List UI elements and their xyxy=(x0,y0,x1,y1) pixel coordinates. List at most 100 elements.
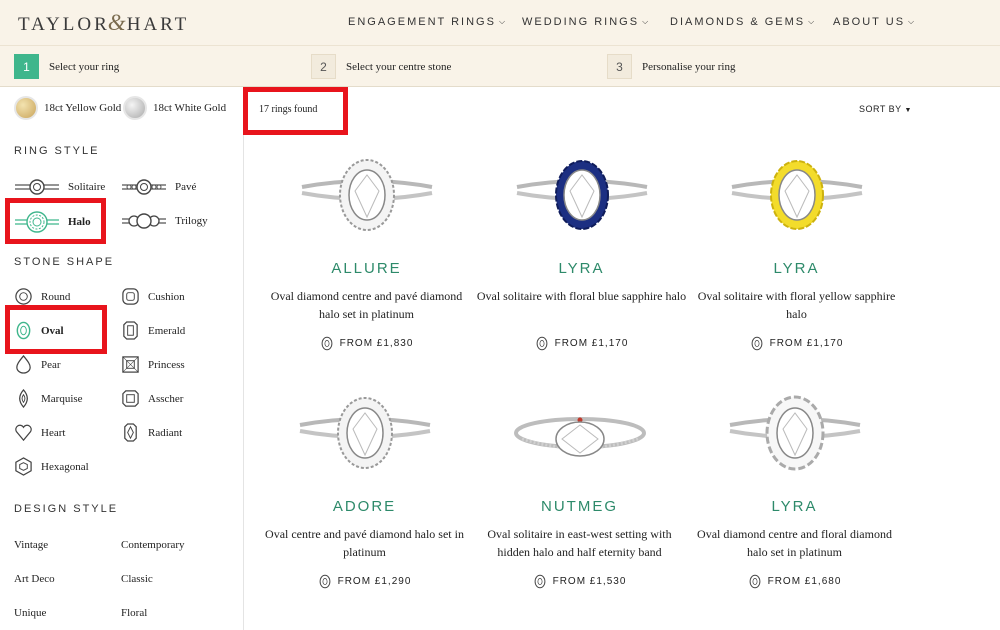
step-number: 1 xyxy=(14,54,39,79)
option-label: Solitaire xyxy=(68,181,106,193)
ring-image xyxy=(512,155,652,235)
ring-style-pave[interactable]: Pavé xyxy=(121,178,196,196)
product-description: Oval diamond centre and pavé diamond hal… xyxy=(270,289,463,321)
shape-heart[interactable]: Heart xyxy=(14,423,65,442)
step-label: Personalise your ring xyxy=(642,60,736,73)
ring-style-solitaire[interactable]: Solitaire xyxy=(14,178,105,196)
chevron-down-icon: ⌵ xyxy=(642,17,651,26)
oval-shape-icon xyxy=(536,336,547,351)
chevron-down-icon: ⌵ xyxy=(808,17,817,26)
metal-label: 18ct Yellow Gold xyxy=(44,102,122,114)
product-price: FROM £1,170 xyxy=(689,335,904,352)
filter-sidebar: 18ct Yellow Gold 18ct White Gold RING ST… xyxy=(0,87,244,630)
step-label: Select your centre stone xyxy=(346,60,452,73)
design-style-art-deco[interactable]: Art Deco xyxy=(14,573,55,585)
heart-shape-icon xyxy=(15,424,32,442)
step-personalise[interactable]: 3 Personalise your ring xyxy=(607,54,735,79)
metal-option-white-gold[interactable]: 18ct White Gold xyxy=(123,96,226,120)
ring-style-trilogy[interactable]: Trilogy xyxy=(121,212,208,230)
brand-logo-ampersand: & xyxy=(107,10,129,35)
option-label: Marquise xyxy=(41,392,83,405)
product-card[interactable]: ALLURE Oval diamond centre and pavé diam… xyxy=(259,155,474,352)
shape-asscher[interactable]: Asscher xyxy=(121,389,183,408)
option-label: Trilogy xyxy=(175,215,208,227)
white-gold-swatch-icon xyxy=(123,96,147,120)
product-price: FROM £1,170 xyxy=(474,335,689,352)
shape-marquise[interactable]: Marquise xyxy=(14,389,83,408)
marquise-shape-icon xyxy=(19,389,28,408)
design-style-classic[interactable]: Classic xyxy=(121,573,153,585)
halo-highlight-box xyxy=(5,198,106,244)
brand-logo[interactable]: TAYLOR&HART xyxy=(18,10,189,36)
product-name[interactable]: ALLURE xyxy=(259,260,474,277)
princess-shape-icon xyxy=(122,356,139,373)
shape-pear[interactable]: Pear xyxy=(14,355,61,374)
product-price: FROM £1,680 xyxy=(687,573,902,590)
step-select-ring[interactable]: 1 Select your ring xyxy=(14,54,119,79)
top-header: TAYLOR&HART ENGAGEMENT RINGS ⌵ WEDDING RI… xyxy=(0,0,1000,45)
nav-label: ABOUT US xyxy=(833,16,906,28)
shape-hexagonal[interactable]: Hexagonal xyxy=(14,457,89,476)
product-name[interactable]: LYRA xyxy=(687,498,902,515)
oval-highlight-box xyxy=(5,305,107,354)
product-description: Oval diamond centre and floral diamond h… xyxy=(697,527,892,559)
option-label: Pavé xyxy=(175,181,197,193)
solitaire-ring-icon xyxy=(15,179,59,195)
product-name[interactable]: NUTMEG xyxy=(472,498,687,515)
asscher-shape-icon xyxy=(122,390,139,407)
product-card[interactable]: LYRA Oval diamond centre and floral diam… xyxy=(687,393,902,590)
shape-round[interactable]: Round xyxy=(14,287,70,306)
sort-by-dropdown[interactable]: SORT BY ▼ xyxy=(859,104,912,114)
ring-image xyxy=(295,393,435,473)
ring-style-title: RING STYLE xyxy=(14,145,100,157)
shape-princess[interactable]: Princess xyxy=(121,355,185,374)
design-style-vintage[interactable]: Vintage xyxy=(14,539,48,551)
price-label: FROM £1,170 xyxy=(554,338,629,349)
shape-cushion[interactable]: Cushion xyxy=(121,287,185,306)
metal-option-yellow-gold[interactable]: 18ct Yellow Gold xyxy=(14,96,121,120)
price-label: FROM £1,290 xyxy=(337,576,412,587)
chevron-down-icon: ▼ xyxy=(904,107,912,114)
trilogy-ring-icon xyxy=(122,213,166,229)
product-card[interactable]: ADORE Oval centre and pavé diamond halo … xyxy=(257,393,472,590)
metal-label: 18ct White Gold xyxy=(153,102,227,114)
yellow-gold-swatch-icon xyxy=(14,96,38,120)
nav-wedding-rings[interactable]: WEDDING RINGS ⌵ xyxy=(522,16,650,28)
step-number: 3 xyxy=(607,54,632,79)
stone-shape-title: STONE SHAPE xyxy=(14,256,115,268)
pear-shape-icon xyxy=(16,355,31,374)
cushion-shape-icon xyxy=(122,288,139,305)
product-card[interactable]: NUTMEG Oval solitaire in east-west setti… xyxy=(472,393,687,590)
shape-emerald[interactable]: Emerald xyxy=(121,321,185,340)
nav-engagement-rings[interactable]: ENGAGEMENT RINGS ⌵ xyxy=(348,16,507,28)
oval-shape-icon xyxy=(319,574,330,589)
design-style-floral[interactable]: Floral xyxy=(121,607,147,619)
product-price: FROM £1,530 xyxy=(472,573,687,590)
chevron-down-icon: ⌵ xyxy=(908,17,917,26)
nav-label: DIAMONDS & GEMS xyxy=(670,16,806,28)
product-card[interactable]: LYRA Oval solitaire with floral blue sap… xyxy=(474,155,689,352)
design-style-title: DESIGN STYLE xyxy=(14,503,119,515)
step-select-centre-stone[interactable]: 2 Select your centre stone xyxy=(311,54,451,79)
sort-by-label: SORT BY xyxy=(859,104,902,114)
product-name[interactable]: LYRA xyxy=(689,260,904,277)
option-label: Hexagonal xyxy=(41,460,89,473)
ring-image xyxy=(297,155,437,235)
brand-logo-right: HART xyxy=(126,14,190,35)
design-style-contemporary[interactable]: Contemporary xyxy=(121,539,185,551)
price-label: FROM £1,680 xyxy=(767,576,842,587)
product-name[interactable]: ADORE xyxy=(257,498,472,515)
step-number: 2 xyxy=(311,54,336,79)
nav-about-us[interactable]: ABOUT US ⌵ xyxy=(833,16,916,28)
shape-radiant[interactable]: Radiant xyxy=(121,423,182,442)
hexagonal-shape-icon xyxy=(15,457,32,476)
design-style-unique[interactable]: Unique xyxy=(14,607,46,619)
price-label: FROM £1,830 xyxy=(339,338,414,349)
nav-diamonds-gems[interactable]: DIAMONDS & GEMS ⌵ xyxy=(670,16,816,28)
product-card[interactable]: LYRA Oval solitaire with floral yellow s… xyxy=(689,155,904,352)
step-label: Select your ring xyxy=(49,60,120,73)
product-name[interactable]: LYRA xyxy=(474,260,689,277)
ring-image xyxy=(510,393,650,473)
product-description: Oval solitaire with floral blue sapphire… xyxy=(476,289,687,303)
option-label: Cushion xyxy=(148,290,185,303)
